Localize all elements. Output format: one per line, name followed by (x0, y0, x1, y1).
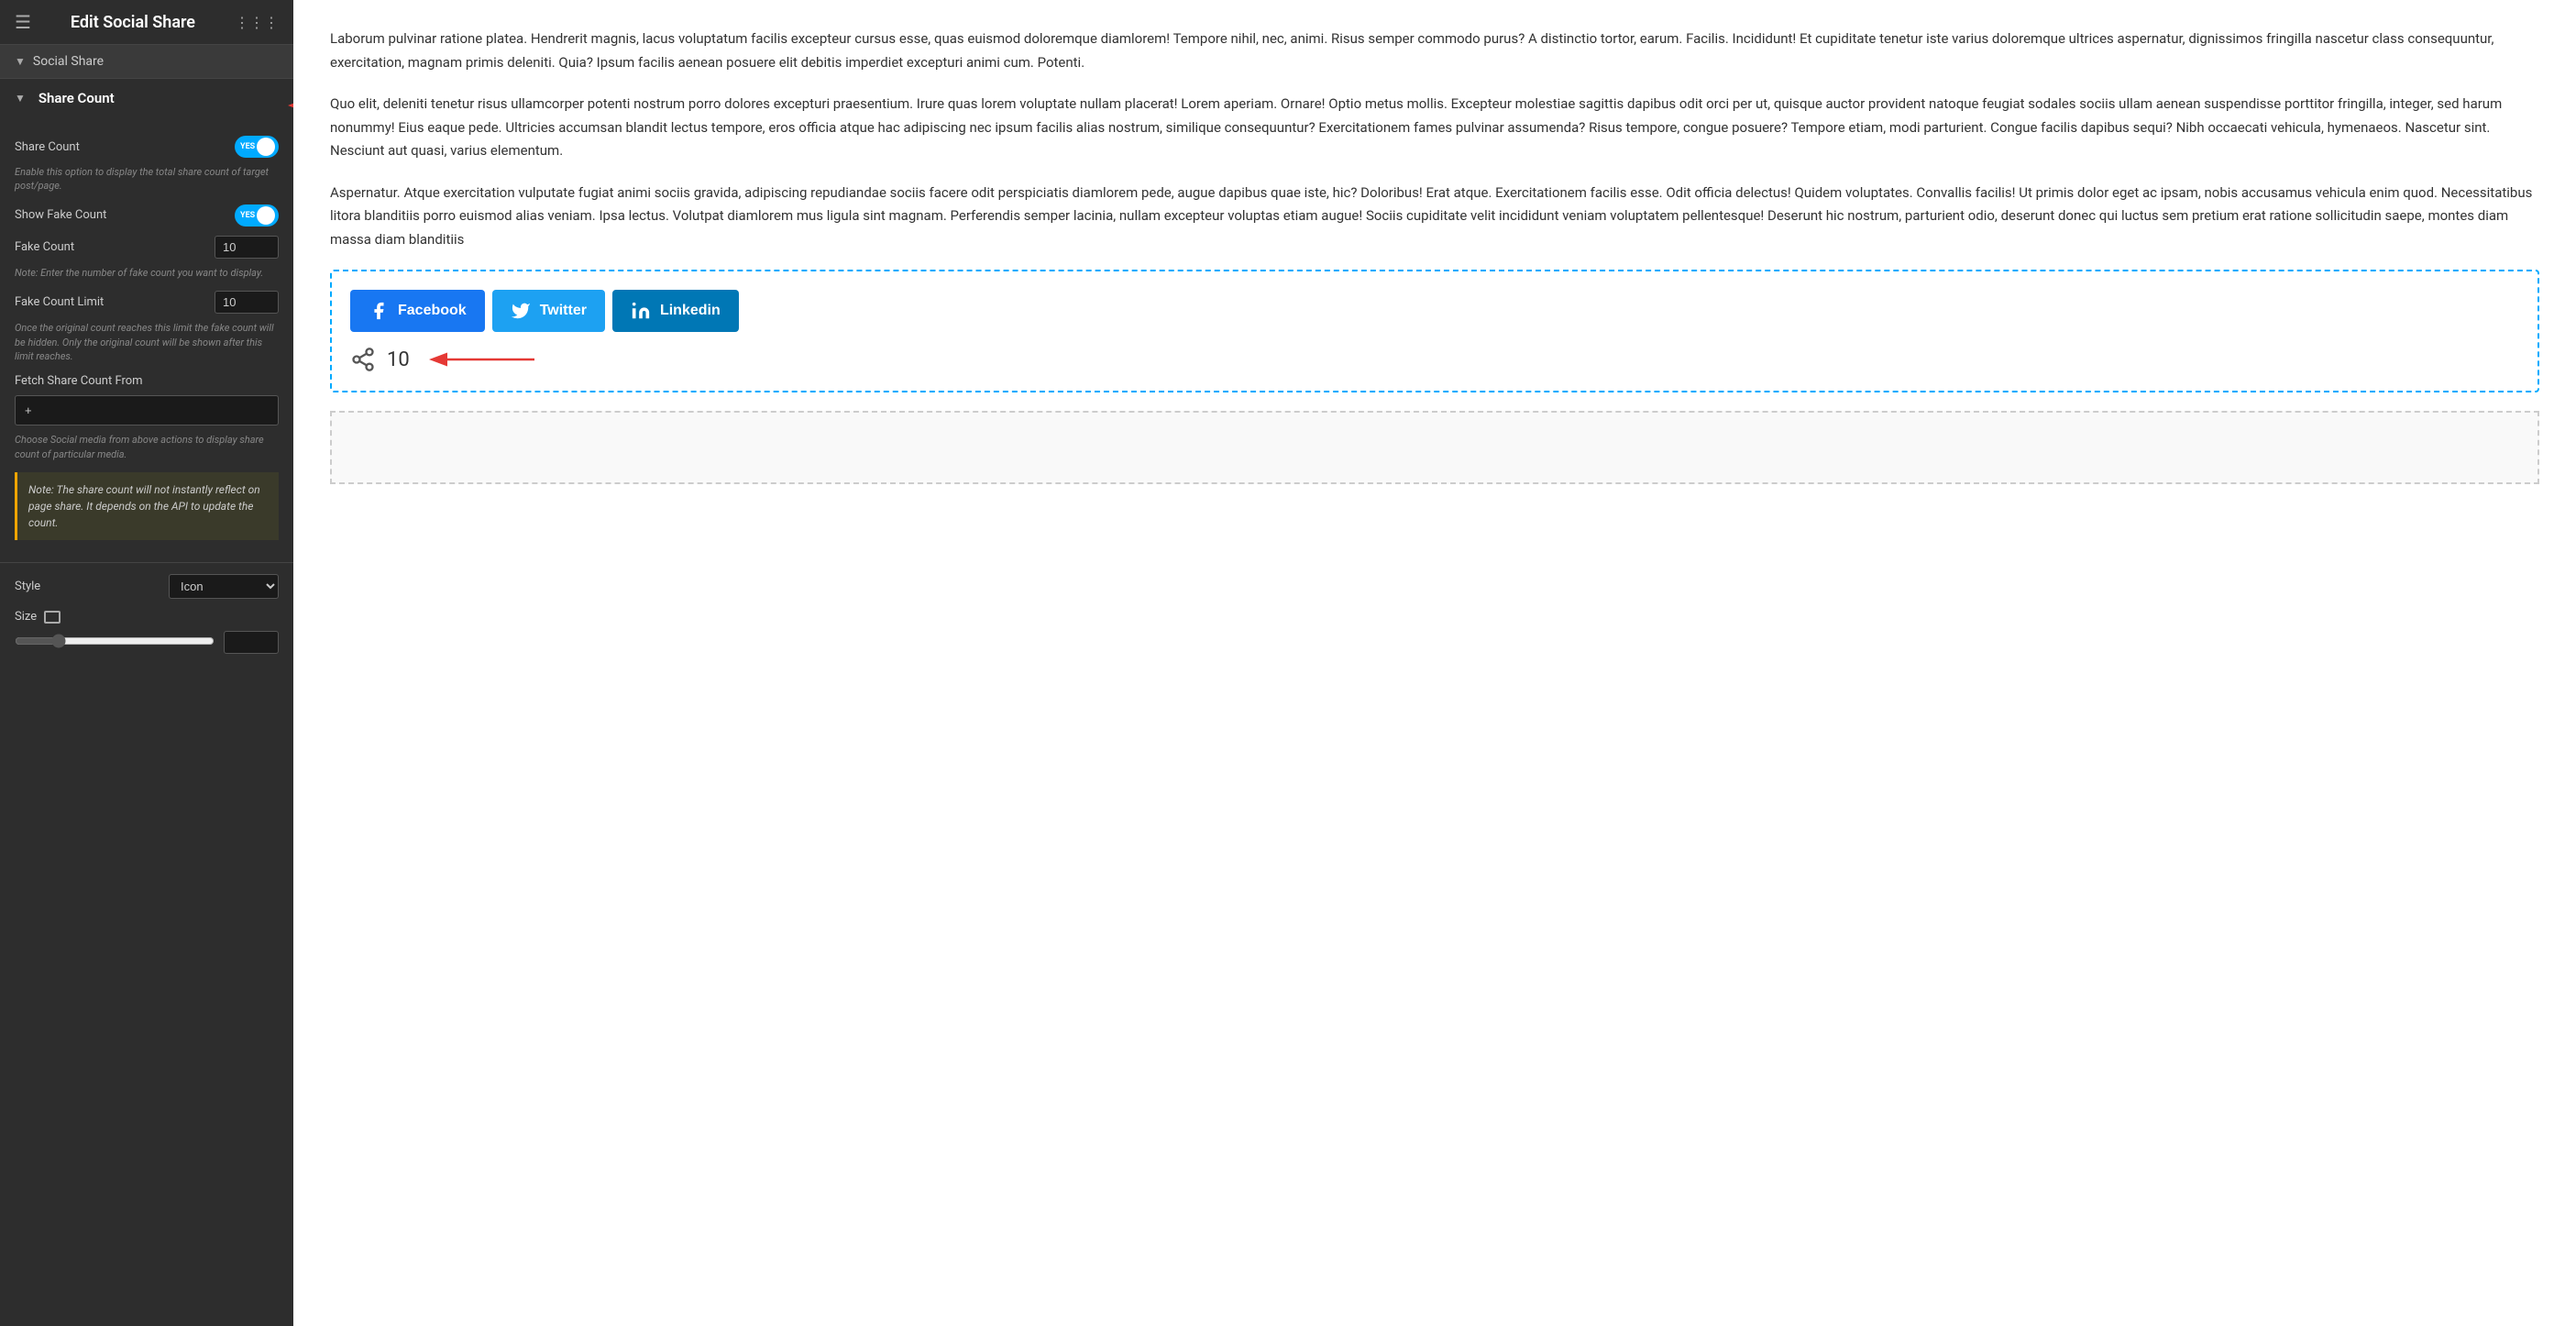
social-share-label: Social Share (33, 54, 104, 69)
fetch-label: Fetch Share Count From (15, 374, 279, 388)
share-count-desc: Enable this option to display the total … (15, 165, 279, 193)
share-count-value: 10 (387, 348, 410, 371)
toggle-yes-label: YES (240, 142, 255, 151)
share-count-row: 10 (350, 347, 2519, 372)
share-count-icon (350, 347, 376, 372)
chevron-down-icon: ▼ (15, 55, 26, 68)
linkedin-share-button[interactable]: Linkedin (612, 290, 739, 332)
fetch-desc: Choose Social media from above actions t… (15, 433, 279, 461)
fake-count-note: Note: Enter the number of fake count you… (15, 266, 279, 280)
red-arrow-annotation (283, 92, 293, 119)
size-icon (44, 611, 61, 624)
social-share-widget: Facebook Twitter Linkedin 10 (330, 270, 2539, 392)
share-count-toggle-label: Share Count (15, 140, 80, 154)
fetch-dropdown[interactable] (15, 395, 279, 425)
fake-count-input[interactable] (215, 236, 279, 259)
red-arrow-count (424, 347, 544, 372)
share-count-title: Share Count (39, 90, 115, 106)
facebook-label: Facebook (398, 303, 467, 319)
fake-count-limit-input[interactable] (215, 291, 279, 314)
share-count-toggle[interactable]: YES (235, 136, 279, 158)
twitter-label: Twitter (540, 303, 587, 319)
fake-count-limit-note: Once the original count reaches this lim… (15, 321, 279, 363)
style-row: Style Icon Button Round (15, 574, 279, 599)
fake-count-limit-row: Fake Count Limit (15, 291, 279, 314)
twitter-icon (511, 301, 531, 321)
grid-icon[interactable]: ⋮⋮⋮ (235, 14, 279, 31)
show-fake-count-row: Show Fake Count YES (15, 204, 279, 227)
page-title: Edit Social Share (71, 13, 195, 32)
toggle-yes-label-2: YES (240, 211, 255, 220)
share-count-toggle-row: Share Count YES (15, 136, 279, 158)
size-label-text: Size (15, 610, 37, 624)
show-fake-count-toggle[interactable]: YES (235, 204, 279, 227)
twitter-share-button[interactable]: Twitter (492, 290, 605, 332)
chevron-down-icon-share: ▼ (15, 92, 26, 105)
sidebar: ☰ Edit Social Share ⋮⋮⋮ ▼ Social Share ▼… (0, 0, 293, 1326)
size-value[interactable] (224, 631, 279, 654)
share-buttons-row: Facebook Twitter Linkedin (350, 290, 2519, 332)
fake-count-row: Fake Count (15, 236, 279, 259)
social-share-section-header[interactable]: ▼ Social Share (0, 45, 293, 79)
facebook-icon (369, 301, 389, 321)
style-select[interactable]: Icon Button Round (169, 574, 279, 599)
menu-icon[interactable]: ☰ (15, 11, 31, 33)
note-box: Note: The share count will not instantly… (15, 472, 279, 540)
facebook-share-button[interactable]: Facebook (350, 290, 485, 332)
size-row: Size (15, 610, 279, 654)
show-fake-count-label: Show Fake Count (15, 208, 106, 222)
linkedin-icon (631, 301, 651, 321)
share-count-section-header[interactable]: ▼ Share Count (15, 90, 279, 106)
paragraph-2: Quo elit, deleniti tenetur risus ullamco… (330, 93, 2539, 163)
fake-count-limit-label: Fake Count Limit (15, 295, 104, 309)
main-content: Laborum pulvinar ratione platea. Hendrer… (293, 0, 2576, 1326)
bottom-widget-placeholder (330, 411, 2539, 484)
paragraph-1: Laborum pulvinar ratione platea. Hendrer… (330, 28, 2539, 74)
size-slider[interactable] (15, 634, 215, 648)
style-label: Style (15, 580, 40, 593)
linkedin-label: Linkedin (660, 303, 721, 319)
sidebar-header: ☰ Edit Social Share ⋮⋮⋮ (0, 0, 293, 45)
fake-count-label: Fake Count (15, 240, 74, 254)
fetch-section: Fetch Share Count From Choose Social med… (15, 374, 279, 461)
paragraph-3: Aspernatur. Atque exercitation vulputate… (330, 182, 2539, 252)
share-count-section: ▼ Share Count Share Count YES (0, 79, 293, 563)
style-section: Style Icon Button Round Size (0, 563, 293, 672)
